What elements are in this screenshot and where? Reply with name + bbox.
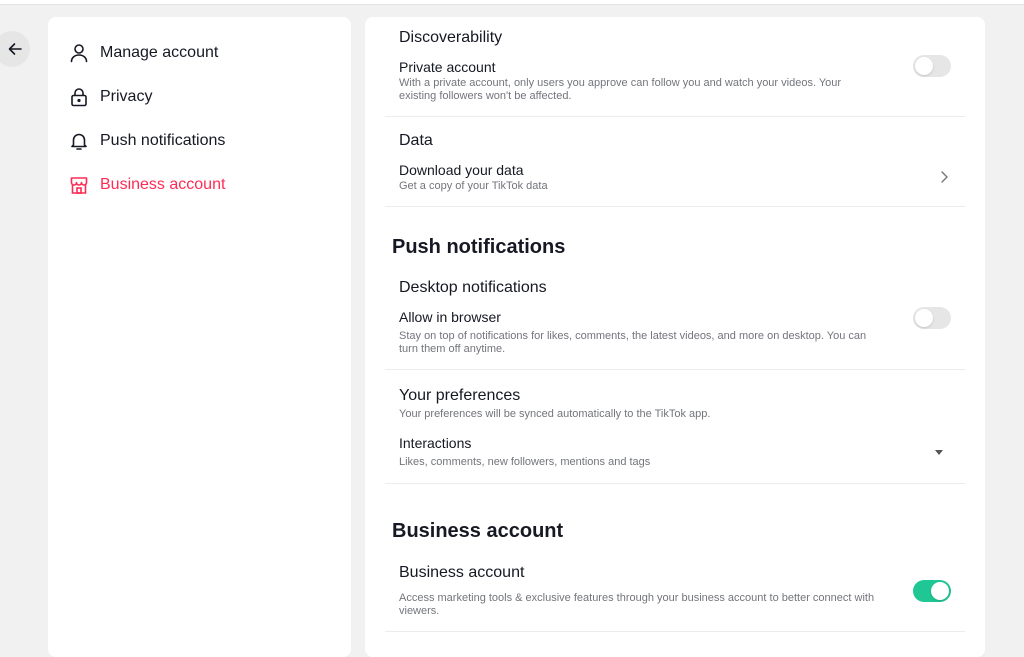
your-preferences-description: Your preferences will be synced automati… [399, 408, 711, 420]
divider [385, 116, 965, 117]
push-notifications-heading: Push notifications [392, 236, 566, 258]
person-icon [68, 42, 90, 64]
discoverability-heading: Discoverability [399, 29, 503, 46]
sidebar-item-push-notifications[interactable]: Push notifications [68, 126, 225, 156]
interactions-title[interactable]: Interactions [399, 435, 471, 451]
lock-icon [68, 86, 90, 108]
desktop-notifications-heading: Desktop notifications [399, 279, 547, 296]
sidebar-item-business-account[interactable]: Business account [68, 170, 225, 200]
divider [385, 369, 965, 370]
sidebar-item-privacy[interactable]: Privacy [68, 82, 152, 112]
sidebar-item-manage-account[interactable]: Manage account [68, 38, 218, 68]
divider [385, 483, 965, 484]
bell-icon [68, 130, 90, 152]
allow-in-browser-toggle[interactable] [913, 307, 951, 329]
shop-icon [68, 174, 90, 196]
divider [385, 631, 965, 632]
chevron-right-icon[interactable] [939, 170, 949, 184]
business-account-heading: Business account [392, 520, 564, 542]
sidebar-item-label: Privacy [100, 88, 153, 105]
toggle-knob [915, 57, 933, 75]
data-heading: Data [399, 132, 433, 149]
allow-in-browser-description: Stay on top of notifications for likes, … [399, 330, 867, 355]
toggle-knob [931, 582, 949, 600]
private-account-description: With a private account, only users you a… [399, 77, 842, 102]
download-data-description: Get a copy of your TikTok data [399, 180, 548, 192]
business-account-title: Business account [399, 564, 525, 581]
download-data-title[interactable]: Download your data [399, 162, 524, 178]
private-account-title: Private account [399, 59, 496, 75]
private-account-toggle[interactable] [913, 55, 951, 77]
caret-down-icon[interactable] [934, 448, 944, 456]
business-account-description: Access marketing tools & exclusive featu… [399, 592, 875, 617]
sidebar-item-label: Manage account [100, 44, 219, 61]
your-preferences-heading: Your preferences [399, 387, 521, 404]
sidebar-item-label: Business account [100, 176, 226, 193]
top-bar [0, 0, 1024, 5]
divider [385, 206, 965, 207]
allow-in-browser-title: Allow in browser [399, 309, 501, 325]
arrow-left-icon [8, 43, 22, 55]
toggle-knob [915, 309, 933, 327]
interactions-description: Likes, comments, new followers, mentions… [399, 456, 651, 468]
settings-sidebar: Manage account Privacy Push notification… [48, 17, 351, 657]
business-account-toggle[interactable] [913, 580, 951, 602]
settings-content: Discoverability Private account With a p… [365, 17, 985, 657]
back-button[interactable] [0, 31, 30, 67]
sidebar-item-label: Push notifications [100, 132, 226, 149]
